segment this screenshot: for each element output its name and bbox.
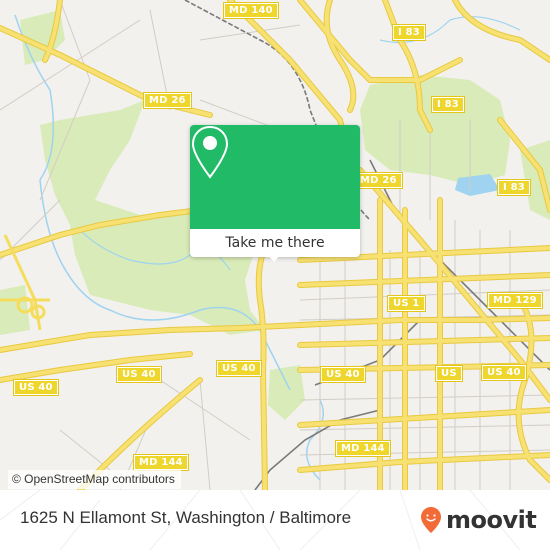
park-area [0, 285, 30, 335]
road-shield-i-83: I 83 [431, 96, 465, 113]
road-shield-us: US [435, 365, 463, 382]
address-text: 1625 N Ellamont St, Washington / Baltimo… [20, 508, 352, 527]
map-attribution[interactable]: © OpenStreetMap contributors [8, 470, 181, 489]
map-pin-icon [191, 125, 229, 179]
road-shield-us-40: US 40 [320, 366, 366, 383]
road-shield-md-26: MD 26 [354, 172, 403, 189]
park-area [268, 365, 305, 420]
park-area [360, 75, 510, 185]
road-shield-md-140: MD 140 [223, 2, 279, 19]
moovit-logo-icon [421, 507, 441, 533]
road-shield-us-40: US 40 [216, 360, 262, 377]
popup-header [190, 125, 360, 229]
road-shield-md-144: MD 144 [133, 454, 189, 471]
road-shield-md-26: MD 26 [143, 92, 192, 109]
moovit-logo[interactable]: moovit [420, 506, 537, 534]
road-shield-us-40: US 40 [13, 379, 59, 396]
map-view[interactable]: MD 140 I 83 MD 26 I 83 MD 26 I 83 US 1 M… [0, 0, 550, 490]
road-shield-us-40: US 40 [116, 366, 162, 383]
road-shield-md-144: MD 144 [335, 440, 391, 457]
popup-pointer [266, 253, 282, 262]
brand-name: moovit [446, 506, 537, 534]
location-popup: Take me there [190, 125, 360, 262]
road-shield-md-129: MD 129 [487, 292, 543, 309]
road-shield-us-1: US 1 [387, 295, 426, 312]
road-shield-i-83: I 83 [497, 179, 531, 196]
road-shield-us-40: US 40 [481, 364, 527, 381]
road-shield-i-83: I 83 [392, 24, 426, 41]
